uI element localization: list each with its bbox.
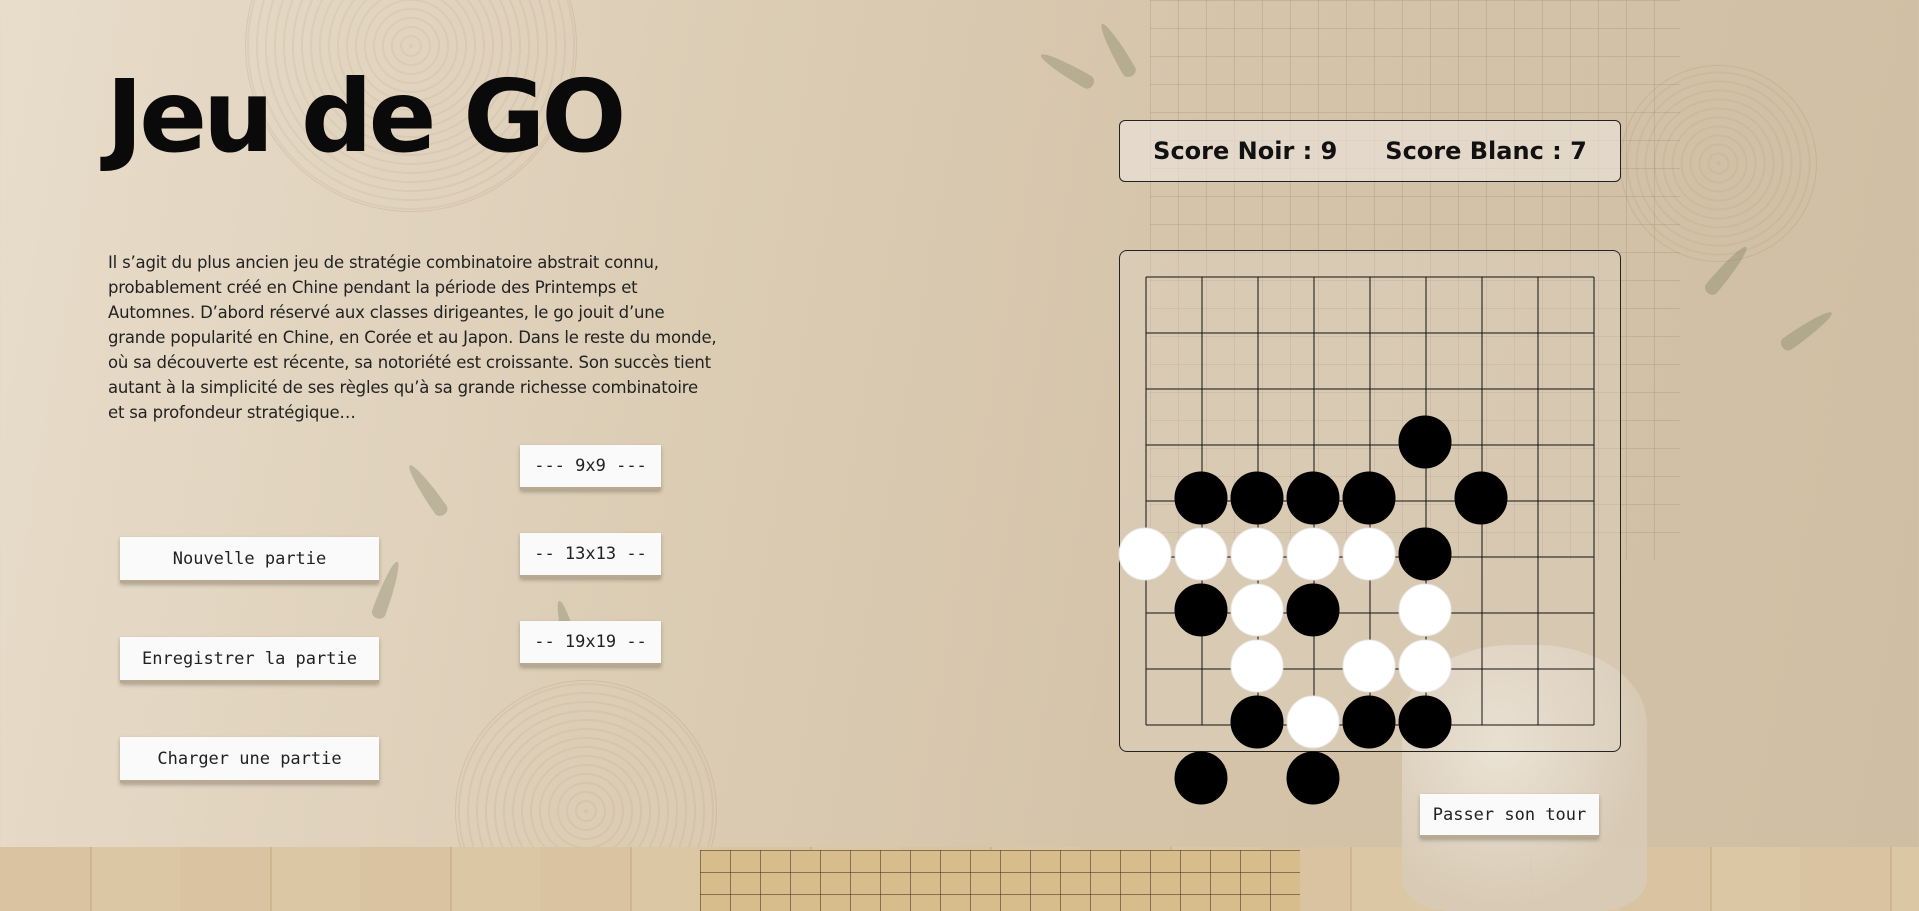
white-stone[interactable] [1230,583,1284,637]
black-stone[interactable] [1398,695,1452,749]
black-stone[interactable] [1174,583,1228,637]
black-stone[interactable] [1286,583,1340,637]
black-stone[interactable] [1454,471,1508,525]
black-stone[interactable] [1230,471,1284,525]
black-stone[interactable] [1398,415,1452,469]
white-stone[interactable] [1286,527,1340,581]
white-stone[interactable] [1398,583,1452,637]
black-stone[interactable] [1174,471,1228,525]
white-stone[interactable] [1342,639,1396,693]
white-stone[interactable] [1174,527,1228,581]
black-stone[interactable] [1398,527,1452,581]
white-stone[interactable] [1398,639,1452,693]
white-stone[interactable] [1118,527,1172,581]
black-stone[interactable] [1342,471,1396,525]
black-stone[interactable] [1286,471,1340,525]
black-stone[interactable] [1286,751,1340,805]
black-stone[interactable] [1174,751,1228,805]
black-stone[interactable] [1230,695,1284,749]
white-stone[interactable] [1286,695,1340,749]
white-stone[interactable] [1342,527,1396,581]
white-stone[interactable] [1230,527,1284,581]
black-stone[interactable] [1342,695,1396,749]
white-stone[interactable] [1230,639,1284,693]
go-board[interactable] [0,0,1919,911]
pass-turn-button[interactable]: Passer son tour [1420,794,1599,838]
